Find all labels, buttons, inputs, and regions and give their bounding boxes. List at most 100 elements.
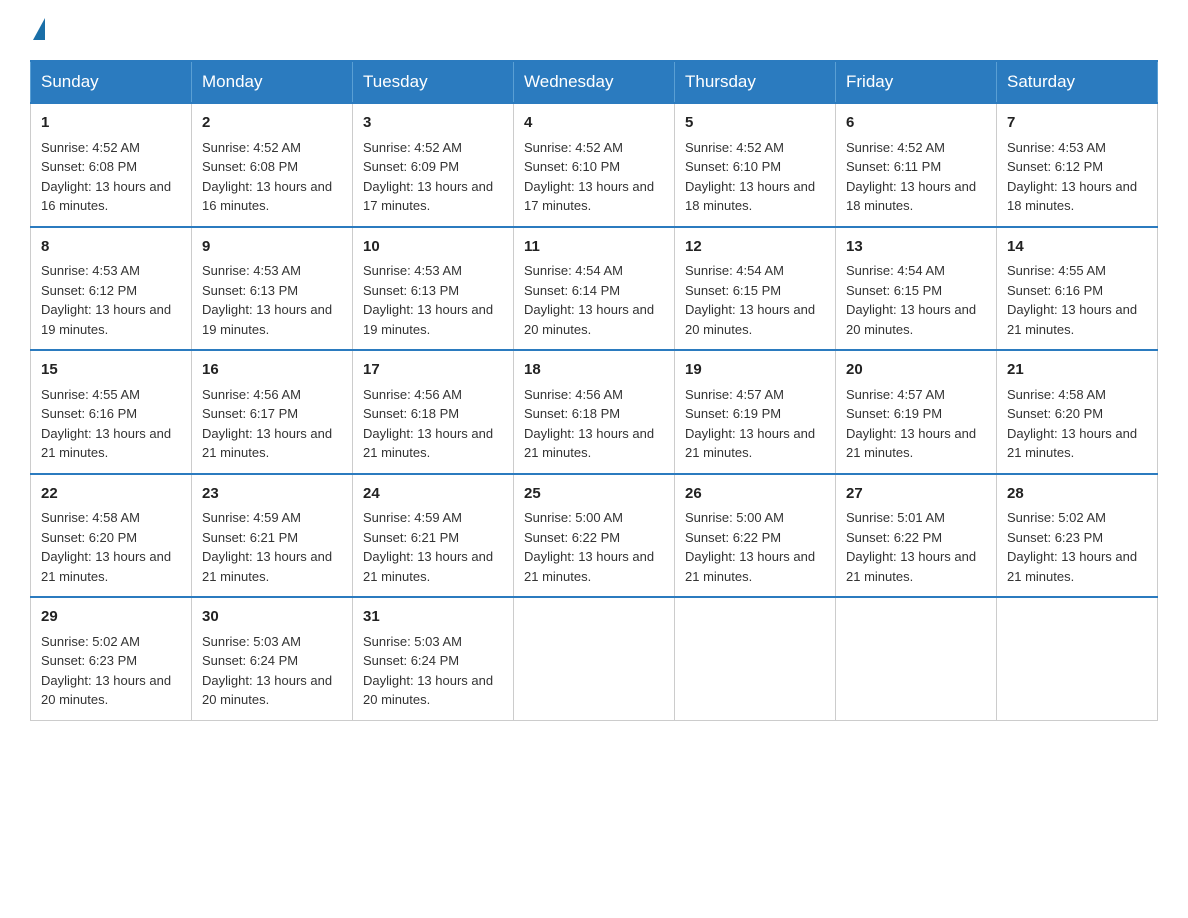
day-number: 8 [41,236,181,259]
day-info: Sunrise: 4:55 AMSunset: 6:16 PMDaylight:… [41,387,171,461]
day-number: 2 [202,112,342,135]
day-number: 14 [1007,236,1147,259]
column-header-tuesday: Tuesday [353,61,514,103]
day-number: 5 [685,112,825,135]
calendar-cell: 15 Sunrise: 4:55 AMSunset: 6:16 PMDaylig… [31,350,192,474]
day-info: Sunrise: 5:01 AMSunset: 6:22 PMDaylight:… [846,510,976,584]
calendar-cell: 12 Sunrise: 4:54 AMSunset: 6:15 PMDaylig… [675,227,836,351]
day-number: 18 [524,359,664,382]
calendar-cell: 29 Sunrise: 5:02 AMSunset: 6:23 PMDaylig… [31,597,192,720]
day-number: 10 [363,236,503,259]
calendar-header-row: SundayMondayTuesdayWednesdayThursdayFrid… [31,61,1158,103]
day-number: 22 [41,483,181,506]
day-number: 3 [363,112,503,135]
day-number: 28 [1007,483,1147,506]
day-info: Sunrise: 4:58 AMSunset: 6:20 PMDaylight:… [1007,387,1137,461]
calendar-week-row: 1 Sunrise: 4:52 AMSunset: 6:08 PMDayligh… [31,103,1158,227]
day-number: 24 [363,483,503,506]
calendar-cell [997,597,1158,720]
calendar-cell: 26 Sunrise: 5:00 AMSunset: 6:22 PMDaylig… [675,474,836,598]
column-header-monday: Monday [192,61,353,103]
calendar-cell: 14 Sunrise: 4:55 AMSunset: 6:16 PMDaylig… [997,227,1158,351]
day-number: 26 [685,483,825,506]
calendar-cell: 31 Sunrise: 5:03 AMSunset: 6:24 PMDaylig… [353,597,514,720]
calendar-cell: 6 Sunrise: 4:52 AMSunset: 6:11 PMDayligh… [836,103,997,227]
day-number: 6 [846,112,986,135]
column-header-thursday: Thursday [675,61,836,103]
day-number: 21 [1007,359,1147,382]
day-number: 30 [202,606,342,629]
day-info: Sunrise: 4:55 AMSunset: 6:16 PMDaylight:… [1007,263,1137,337]
calendar-week-row: 29 Sunrise: 5:02 AMSunset: 6:23 PMDaylig… [31,597,1158,720]
calendar-cell: 10 Sunrise: 4:53 AMSunset: 6:13 PMDaylig… [353,227,514,351]
calendar-cell: 13 Sunrise: 4:54 AMSunset: 6:15 PMDaylig… [836,227,997,351]
calendar-cell: 16 Sunrise: 4:56 AMSunset: 6:17 PMDaylig… [192,350,353,474]
day-number: 9 [202,236,342,259]
day-info: Sunrise: 4:54 AMSunset: 6:15 PMDaylight:… [685,263,815,337]
calendar-cell: 20 Sunrise: 4:57 AMSunset: 6:19 PMDaylig… [836,350,997,474]
calendar-cell: 24 Sunrise: 4:59 AMSunset: 6:21 PMDaylig… [353,474,514,598]
day-info: Sunrise: 4:52 AMSunset: 6:11 PMDaylight:… [846,140,976,214]
day-number: 15 [41,359,181,382]
column-header-friday: Friday [836,61,997,103]
logo-triangle-icon [33,18,45,40]
calendar-cell: 11 Sunrise: 4:54 AMSunset: 6:14 PMDaylig… [514,227,675,351]
day-info: Sunrise: 4:52 AMSunset: 6:09 PMDaylight:… [363,140,493,214]
calendar-cell: 25 Sunrise: 5:00 AMSunset: 6:22 PMDaylig… [514,474,675,598]
calendar-cell: 30 Sunrise: 5:03 AMSunset: 6:24 PMDaylig… [192,597,353,720]
day-info: Sunrise: 4:59 AMSunset: 6:21 PMDaylight:… [202,510,332,584]
day-info: Sunrise: 5:03 AMSunset: 6:24 PMDaylight:… [202,634,332,708]
day-number: 1 [41,112,181,135]
calendar-cell: 28 Sunrise: 5:02 AMSunset: 6:23 PMDaylig… [997,474,1158,598]
day-number: 23 [202,483,342,506]
calendar-cell: 9 Sunrise: 4:53 AMSunset: 6:13 PMDayligh… [192,227,353,351]
calendar-cell: 18 Sunrise: 4:56 AMSunset: 6:18 PMDaylig… [514,350,675,474]
logo [30,20,46,42]
calendar-cell: 27 Sunrise: 5:01 AMSunset: 6:22 PMDaylig… [836,474,997,598]
column-header-sunday: Sunday [31,61,192,103]
day-number: 7 [1007,112,1147,135]
calendar-table: SundayMondayTuesdayWednesdayThursdayFrid… [30,60,1158,721]
calendar-cell: 17 Sunrise: 4:56 AMSunset: 6:18 PMDaylig… [353,350,514,474]
day-info: Sunrise: 4:59 AMSunset: 6:21 PMDaylight:… [363,510,493,584]
day-info: Sunrise: 4:53 AMSunset: 6:12 PMDaylight:… [1007,140,1137,214]
calendar-cell [514,597,675,720]
calendar-cell: 23 Sunrise: 4:59 AMSunset: 6:21 PMDaylig… [192,474,353,598]
day-number: 19 [685,359,825,382]
day-info: Sunrise: 5:00 AMSunset: 6:22 PMDaylight:… [685,510,815,584]
day-number: 4 [524,112,664,135]
calendar-cell [675,597,836,720]
day-info: Sunrise: 4:57 AMSunset: 6:19 PMDaylight:… [685,387,815,461]
day-info: Sunrise: 4:52 AMSunset: 6:08 PMDaylight:… [202,140,332,214]
day-info: Sunrise: 4:56 AMSunset: 6:18 PMDaylight:… [524,387,654,461]
column-header-wednesday: Wednesday [514,61,675,103]
day-info: Sunrise: 4:54 AMSunset: 6:15 PMDaylight:… [846,263,976,337]
day-info: Sunrise: 4:56 AMSunset: 6:17 PMDaylight:… [202,387,332,461]
calendar-cell: 3 Sunrise: 4:52 AMSunset: 6:09 PMDayligh… [353,103,514,227]
day-number: 17 [363,359,503,382]
calendar-cell: 2 Sunrise: 4:52 AMSunset: 6:08 PMDayligh… [192,103,353,227]
day-info: Sunrise: 4:58 AMSunset: 6:20 PMDaylight:… [41,510,171,584]
day-info: Sunrise: 4:52 AMSunset: 6:10 PMDaylight:… [524,140,654,214]
day-info: Sunrise: 4:52 AMSunset: 6:10 PMDaylight:… [685,140,815,214]
day-number: 20 [846,359,986,382]
day-number: 13 [846,236,986,259]
day-info: Sunrise: 4:56 AMSunset: 6:18 PMDaylight:… [363,387,493,461]
calendar-cell: 19 Sunrise: 4:57 AMSunset: 6:19 PMDaylig… [675,350,836,474]
day-number: 25 [524,483,664,506]
page-header [30,20,1158,42]
day-info: Sunrise: 4:53 AMSunset: 6:12 PMDaylight:… [41,263,171,337]
calendar-cell: 1 Sunrise: 4:52 AMSunset: 6:08 PMDayligh… [31,103,192,227]
calendar-week-row: 15 Sunrise: 4:55 AMSunset: 6:16 PMDaylig… [31,350,1158,474]
day-number: 31 [363,606,503,629]
day-info: Sunrise: 4:57 AMSunset: 6:19 PMDaylight:… [846,387,976,461]
calendar-cell: 22 Sunrise: 4:58 AMSunset: 6:20 PMDaylig… [31,474,192,598]
day-info: Sunrise: 5:02 AMSunset: 6:23 PMDaylight:… [1007,510,1137,584]
calendar-cell: 5 Sunrise: 4:52 AMSunset: 6:10 PMDayligh… [675,103,836,227]
day-number: 11 [524,236,664,259]
day-number: 16 [202,359,342,382]
calendar-cell: 7 Sunrise: 4:53 AMSunset: 6:12 PMDayligh… [997,103,1158,227]
calendar-cell: 8 Sunrise: 4:53 AMSunset: 6:12 PMDayligh… [31,227,192,351]
calendar-cell [836,597,997,720]
column-header-saturday: Saturday [997,61,1158,103]
